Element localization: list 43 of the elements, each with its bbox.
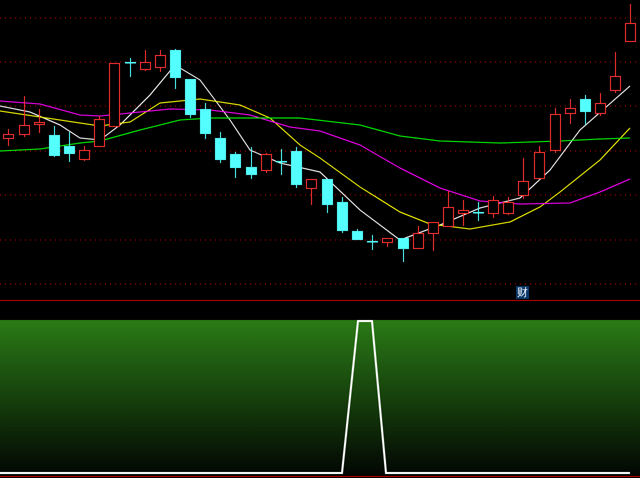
candlestick (503, 196, 514, 216)
candlestick (580, 94, 591, 126)
candlestick (473, 202, 484, 222)
candlestick (306, 178, 317, 206)
candlestick (140, 50, 151, 72)
candlestick (428, 222, 439, 252)
candlestick (261, 152, 272, 174)
candlestick (291, 146, 302, 188)
candlestick (79, 146, 90, 162)
candlestick (185, 78, 196, 118)
candlestick (625, 4, 636, 42)
candlestick (534, 146, 545, 179)
candlestick (155, 50, 166, 72)
candlestick (3, 128, 14, 146)
candlestick (64, 132, 75, 162)
candlestick (382, 238, 393, 248)
candlestick (230, 152, 241, 178)
candlestick (337, 196, 348, 234)
candlestick (49, 126, 60, 158)
candlestick (276, 148, 287, 176)
candlestick (488, 196, 499, 218)
candlestick (595, 92, 606, 116)
candlestick (352, 228, 363, 240)
candlestick (34, 108, 45, 134)
candlestick (109, 62, 120, 127)
candlestick (443, 190, 454, 227)
candlestick (398, 238, 409, 262)
candlestick (518, 158, 529, 200)
candlestick (170, 48, 181, 90)
candlestick (367, 234, 378, 250)
candlestick (458, 200, 469, 226)
chart-marker[interactable]: 财 (516, 286, 529, 299)
candlestick (610, 52, 621, 94)
candlestick (215, 132, 226, 164)
candlestick (322, 178, 333, 214)
candlestick (565, 98, 576, 124)
candlestick (200, 102, 211, 140)
candlestick (125, 58, 136, 78)
candlestick (246, 146, 257, 180)
candlestick (94, 116, 105, 148)
candlestick (413, 226, 424, 249)
candlestick (550, 108, 561, 154)
candlestick (19, 96, 30, 138)
